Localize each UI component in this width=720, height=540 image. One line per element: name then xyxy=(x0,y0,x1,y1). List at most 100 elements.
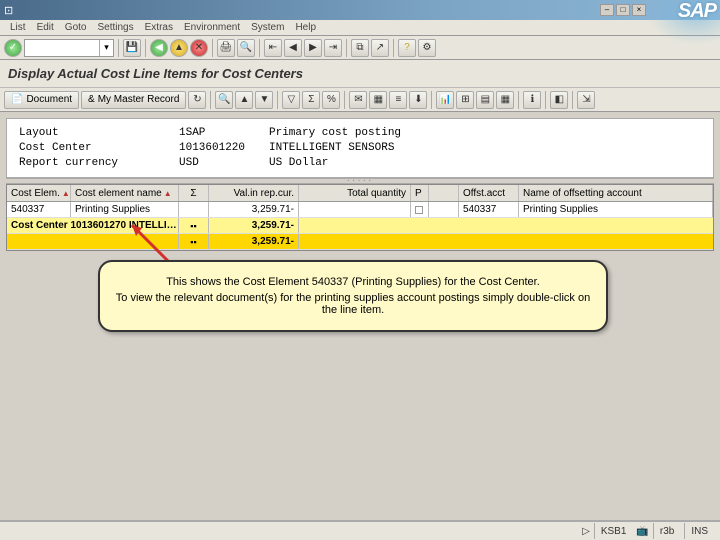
menu-goto[interactable]: Goto xyxy=(61,22,91,33)
command-field[interactable]: ▾ xyxy=(24,39,114,57)
info-desc-layout: Primary cost posting xyxy=(269,127,401,139)
export-icon[interactable]: ⇲ xyxy=(577,91,595,109)
document-button[interactable]: 📄Document xyxy=(4,91,79,109)
sort-indicator-icon: ▲ xyxy=(164,189,172,198)
table-row[interactable]: 540337 Printing Supplies 3,259.71- 54033… xyxy=(7,202,713,218)
col-value[interactable]: Val.in rep.cur. xyxy=(209,185,299,201)
subtotal-value: 3,259.71- xyxy=(209,218,299,233)
col-offset-name[interactable]: Name of offsetting account xyxy=(519,185,713,201)
document-icon: 📄 xyxy=(11,94,23,105)
sum-icon[interactable]: Σ xyxy=(302,91,320,109)
callout-line2: To view the relevant document(s) for the… xyxy=(114,292,592,316)
menu-list[interactable]: List xyxy=(6,22,30,33)
cancel-icon[interactable]: ✕ xyxy=(190,39,208,57)
maximize-button[interactable]: □ xyxy=(616,4,630,16)
status-tcode: KSB1 xyxy=(594,523,633,539)
sort-asc-icon[interactable]: ▲ xyxy=(235,91,253,109)
first-page-icon[interactable]: ⇤ xyxy=(264,39,282,57)
alv-grid: Cost Elem.▲ Cost element name▲ Σ Val.in … xyxy=(6,184,714,251)
back-icon[interactable]: ◀ xyxy=(150,39,168,57)
exit-icon[interactable]: ▲ xyxy=(170,39,188,57)
menu-settings[interactable]: Settings xyxy=(93,22,137,33)
change-layout-icon[interactable]: ⊞ xyxy=(456,91,474,109)
system-menu-icon[interactable]: ⊡ xyxy=(4,4,13,17)
graphic-icon[interactable]: 📊 xyxy=(436,91,454,109)
info-label-layout: Layout xyxy=(19,127,179,139)
cell-offset-name: Printing Supplies xyxy=(519,202,713,217)
cell-cost-elem: 540337 xyxy=(7,202,71,217)
excel-icon[interactable]: ▦ xyxy=(369,91,387,109)
close-button[interactable]: × xyxy=(632,4,646,16)
sort-desc-icon[interactable]: ▼ xyxy=(255,91,273,109)
details-icon[interactable]: 🔍 xyxy=(215,91,233,109)
grid-header: Cost Elem.▲ Cost element name▲ Σ Val.in … xyxy=(7,185,713,202)
col-p[interactable]: P xyxy=(411,185,429,201)
splitter-handle[interactable] xyxy=(6,178,714,184)
chevron-down-icon[interactable]: ▾ xyxy=(99,40,113,56)
info-val-layout: 1SAP xyxy=(179,127,269,139)
new-session-icon[interactable]: ⧉ xyxy=(351,39,369,57)
master-record-button[interactable]: &My Master Record xyxy=(81,91,186,109)
subtotal-label: Cost Center 1013601270 INTELLI… xyxy=(7,218,179,233)
header-info: Layout 1SAP Primary cost posting Cost Ce… xyxy=(6,118,714,178)
menu-system[interactable]: System xyxy=(247,22,288,33)
cell-p xyxy=(411,202,429,217)
info-row: Layout 1SAP Primary cost posting xyxy=(19,127,701,139)
selections-icon[interactable]: ◧ xyxy=(550,91,568,109)
info-row: Report currency USD US Dollar xyxy=(19,157,701,169)
subtotal-icon: ▪▪ xyxy=(179,218,209,233)
layout-icon[interactable]: ⚙ xyxy=(418,39,436,57)
info-val-currency: USD xyxy=(179,157,269,169)
save-icon[interactable]: 💾 xyxy=(123,39,141,57)
find-icon[interactable]: 🔍 xyxy=(237,39,255,57)
total-icon: ▪▪ xyxy=(179,234,209,249)
status-server-icon: 📺 xyxy=(636,526,648,537)
col-qty[interactable]: Total quantity xyxy=(299,185,411,201)
select-layout-icon[interactable]: ▤ xyxy=(476,91,494,109)
refresh-icon[interactable]: ↻ xyxy=(188,91,206,109)
window-controls: – □ × xyxy=(600,4,646,16)
wordproc-icon[interactable]: ≡ xyxy=(389,91,407,109)
menu-environment[interactable]: Environment xyxy=(180,22,244,33)
save-layout-icon[interactable]: ▦ xyxy=(496,91,514,109)
status-mode: INS xyxy=(684,523,714,539)
minimize-button[interactable]: – xyxy=(600,4,614,16)
shortcut-icon[interactable]: ↗ xyxy=(371,39,389,57)
col-sum[interactable]: Σ xyxy=(179,185,209,201)
print-icon[interactable]: 🖨 xyxy=(217,39,235,57)
col-blank[interactable] xyxy=(429,185,459,201)
filter-icon[interactable]: ▽ xyxy=(282,91,300,109)
cell-sum xyxy=(179,202,209,217)
subtotal-row[interactable]: Cost Center 1013601270 INTELLI… ▪▪ 3,259… xyxy=(7,218,713,234)
help-icon[interactable]: ? xyxy=(398,39,416,57)
application-toolbar: 📄Document &My Master Record ↻ 🔍 ▲ ▼ ▽ Σ … xyxy=(0,88,720,112)
info-icon[interactable]: ℹ xyxy=(523,91,541,109)
status-bar: ▷ KSB1 📺 r3b INS xyxy=(0,520,720,540)
subtotal-icon[interactable]: % xyxy=(322,91,340,109)
info-desc-currency: US Dollar xyxy=(269,157,328,169)
info-desc-costcenter: INTELLIGENT SENSORS xyxy=(269,142,394,154)
col-offset[interactable]: Offst.acct xyxy=(459,185,519,201)
menu-edit[interactable]: Edit xyxy=(33,22,58,33)
standard-toolbar: ✓ ▾ 💾 ◀ ▲ ✕ 🖨 🔍 ⇤ ◀ ▶ ⇥ ⧉ ↗ ? ⚙ xyxy=(0,36,720,60)
col-cost-elem[interactable]: Cost Elem.▲ xyxy=(7,185,71,201)
info-row: Cost Center 1013601220 INTELLIGENT SENSO… xyxy=(19,142,701,154)
titlebar: ⊡ – □ × xyxy=(0,0,720,20)
menubar: List Edit Goto Settings Extras Environme… xyxy=(0,20,720,36)
mail-icon[interactable]: ✉ xyxy=(349,91,367,109)
col-cost-elem-name[interactable]: Cost element name▲ xyxy=(71,185,179,201)
callout-line1: This shows the Cost Element 540337 (Prin… xyxy=(114,276,592,288)
localfile-icon[interactable]: ⬇ xyxy=(409,91,427,109)
next-page-icon[interactable]: ▶ xyxy=(304,39,322,57)
cell-offset: 540337 xyxy=(459,202,519,217)
sap-logo: SAP xyxy=(678,0,716,23)
menu-help[interactable]: Help xyxy=(291,22,320,33)
prev-page-icon[interactable]: ◀ xyxy=(284,39,302,57)
last-page-icon[interactable]: ⇥ xyxy=(324,39,342,57)
master-icon: & xyxy=(88,94,95,105)
menu-extras[interactable]: Extras xyxy=(141,22,177,33)
enter-icon[interactable]: ✓ xyxy=(4,39,22,57)
cell-value: 3,259.71- xyxy=(209,202,299,217)
total-row: ▪▪ 3,259.71- xyxy=(7,234,713,250)
status-expand-icon[interactable]: ▷ xyxy=(582,526,590,537)
